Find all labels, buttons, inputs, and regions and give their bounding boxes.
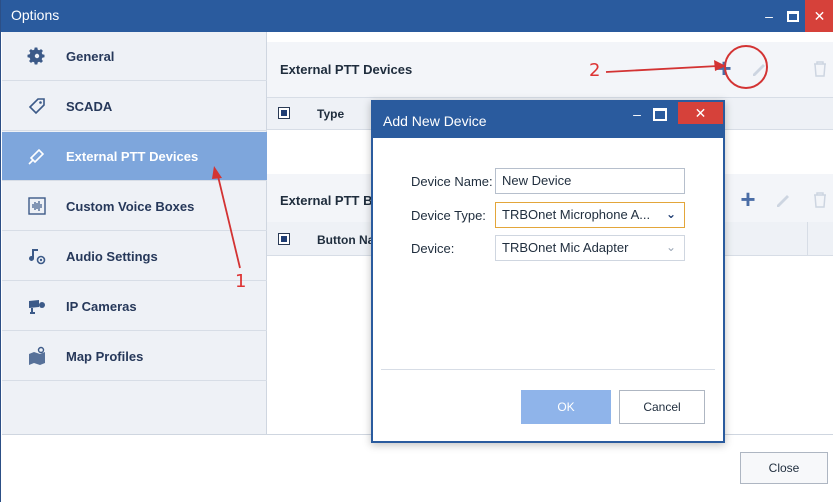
device-type-value: TRBOnet Microphone A... — [502, 207, 651, 222]
sidebar: General SCADA External PTT Devices Custo… — [2, 32, 267, 434]
cancel-button[interactable]: Cancel — [619, 390, 705, 424]
dialog-maximize-button[interactable] — [653, 108, 667, 121]
footer — [2, 434, 833, 502]
dialog-close-button[interactable]: ✕ — [678, 102, 723, 124]
edit-button-mapping-button[interactable] — [775, 191, 793, 209]
sidebar-item-custom-voice-boxes[interactable]: Custom Voice Boxes — [2, 182, 267, 231]
device-value: TRBOnet Mic Adapter — [502, 240, 629, 255]
device-type-label: Device Type: — [411, 208, 486, 223]
map-icon — [26, 345, 48, 367]
add-new-device-dialog: Add New Device – ✕ Device Name: New Devi… — [371, 100, 725, 443]
voice-box-icon — [26, 195, 48, 217]
gear-icon — [26, 45, 48, 67]
delete-device-button[interactable] — [812, 60, 828, 78]
close-window-button[interactable]: ✕ — [805, 0, 833, 32]
sidebar-item-map-profiles[interactable]: Map Profiles — [2, 332, 267, 381]
dialog-minimize-button[interactable]: – — [627, 106, 647, 122]
device-type-select[interactable]: TRBOnet Microphone A... ⌄ — [495, 202, 685, 228]
section-title: External PTT B — [280, 193, 373, 208]
delete-button-mapping-button[interactable] — [812, 191, 828, 209]
sidebar-item-general[interactable]: General — [2, 32, 267, 81]
device-name-value: New Device — [502, 173, 572, 188]
dialog-title: Add New Device — [383, 113, 487, 129]
column-header-type[interactable]: Type — [317, 107, 344, 121]
audio-settings-icon — [26, 245, 48, 267]
chevron-down-icon: ⌄ — [665, 207, 676, 221]
maximize-icon — [787, 10, 799, 22]
column-divider — [807, 222, 808, 256]
devices-section-header: External PTT Devices + — [267, 42, 833, 98]
sidebar-item-label: SCADA — [66, 98, 113, 114]
device-label: Device: — [411, 241, 455, 256]
section-title: External PTT Devices — [280, 62, 413, 77]
window-title: Options — [11, 7, 60, 23]
sidebar-item-audio-settings[interactable]: Audio Settings — [2, 232, 267, 281]
sidebar-item-ip-cameras[interactable]: IP Cameras — [2, 282, 267, 331]
options-window: Options – ✕ General SCADA External PTT D… — [0, 0, 833, 502]
select-all-checkbox[interactable] — [278, 107, 290, 119]
ok-button[interactable]: OK — [521, 390, 611, 424]
sidebar-item-label: Custom Voice Boxes — [66, 198, 195, 214]
close-button[interactable]: Close — [740, 452, 828, 484]
device-name-label: Device Name: — [411, 174, 493, 189]
dialog-body: Device Name: New Device Device Type: TRB… — [381, 138, 715, 370]
add-button-mapping-button[interactable]: + — [737, 186, 759, 212]
sidebar-item-label: General — [66, 48, 115, 64]
camera-icon — [26, 295, 48, 317]
chevron-down-icon: ⌄ — [665, 240, 676, 254]
sidebar-item-label: IP Cameras — [66, 298, 137, 314]
annotation-label-1: 1 — [235, 271, 247, 292]
sidebar-item-label: Audio Settings — [66, 248, 158, 264]
sidebar-item-label: Map Profiles — [66, 348, 144, 364]
select-all-checkbox[interactable] — [278, 233, 290, 245]
sidebar-item-scada[interactable]: SCADA — [2, 82, 267, 131]
add-device-button[interactable]: + — [713, 55, 735, 81]
ptt-device-icon — [26, 145, 48, 167]
dialog-title-bar: Add New Device – ✕ — [373, 102, 723, 138]
maximize-button[interactable] — [779, 0, 807, 32]
column-header-button-name[interactable]: Button Na — [317, 233, 374, 247]
title-bar: Options – ✕ — [1, 0, 833, 32]
device-select[interactable]: TRBOnet Mic Adapter ⌄ — [495, 235, 685, 261]
sidebar-item-label: External PTT Devices — [66, 148, 199, 164]
device-name-field[interactable]: New Device — [495, 168, 685, 194]
edit-device-button[interactable] — [751, 60, 769, 78]
tag-icon — [26, 95, 48, 117]
sidebar-item-external-ptt-devices[interactable]: External PTT Devices — [2, 132, 267, 181]
annotation-label-2: 2 — [589, 60, 601, 81]
